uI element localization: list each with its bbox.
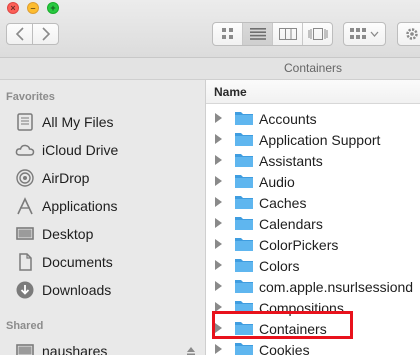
folder-icon <box>235 280 253 293</box>
shared-heading: Shared <box>6 320 44 332</box>
list-item[interactable]: Application Support <box>206 129 420 150</box>
sidebar-item-naushares[interactable]: naushares <box>0 338 206 355</box>
cloud-icon <box>15 144 35 156</box>
list-item[interactable]: Accounts <box>206 108 420 129</box>
action-button[interactable] <box>397 22 420 46</box>
file-name: Calendars <box>259 216 323 232</box>
file-name: Cookies <box>259 342 310 355</box>
file-name: Accounts <box>259 111 317 127</box>
file-name: Caches <box>259 195 307 211</box>
sidebar-item-label: Desktop <box>42 226 94 242</box>
eject-icon[interactable] <box>186 346 196 355</box>
column-view-button[interactable] <box>273 23 303 45</box>
close-window-button[interactable]: × <box>7 2 19 14</box>
arrange-icon <box>349 28 378 39</box>
gear-icon <box>406 28 418 40</box>
sidebar-item-label: Applications <box>42 198 118 214</box>
back-button[interactable] <box>6 23 33 45</box>
desktop-icon <box>16 227 34 240</box>
sidebar-item-label: iCloud Drive <box>42 142 119 158</box>
sidebar-item-label: All My Files <box>42 114 114 130</box>
folder-icon <box>235 259 253 272</box>
path-title-bar: Containers <box>0 58 420 80</box>
highlight-box <box>212 311 353 339</box>
sidebar-item-downloads[interactable]: Downloads <box>0 277 206 303</box>
window-toolbar: × – + <box>0 0 420 58</box>
sidebar-item-applications[interactable]: Applications <box>0 193 206 219</box>
disclosure-triangle-icon[interactable] <box>215 281 222 291</box>
sidebar-item-all-my-files[interactable]: All My Files <box>0 109 206 135</box>
sidebar-item-airdrop[interactable]: AirDrop <box>0 165 206 191</box>
list-view-icon <box>249 28 266 40</box>
folder-icon <box>235 343 253 355</box>
sidebar-item-desktop[interactable]: Desktop <box>0 221 206 247</box>
cover-flow-icon <box>308 28 327 40</box>
sidebar-item-label: Downloads <box>42 282 112 298</box>
downloads-icon <box>16 281 34 299</box>
all-files-icon <box>17 113 33 131</box>
folder-icon <box>235 217 253 230</box>
sidebar-item-label: Documents <box>42 254 113 270</box>
window-title: Containers <box>283 61 343 75</box>
name-column-header[interactable]: Name <box>206 80 420 104</box>
fullscreen-window-button[interactable]: + <box>47 2 59 14</box>
folder-icon <box>235 238 253 251</box>
folder-icon <box>235 133 253 146</box>
folder-icon <box>235 154 253 167</box>
disclosure-triangle-icon[interactable] <box>215 113 222 123</box>
list-item[interactable]: Caches <box>206 192 420 213</box>
list-item[interactable]: ColorPickers <box>206 234 420 255</box>
sidebar-item-label: AirDrop <box>42 170 90 186</box>
file-name: Application Support <box>259 132 381 148</box>
disclosure-triangle-icon[interactable] <box>215 344 222 354</box>
list-item[interactable]: com.apple.nsurlsessiond <box>206 276 420 297</box>
folder-icon <box>235 196 253 209</box>
folder-icon <box>235 112 253 125</box>
chevron-right-icon <box>41 27 50 41</box>
network-icon <box>16 344 34 355</box>
minimize-window-button[interactable]: – <box>27 2 39 14</box>
list-item[interactable]: Assistants <box>206 150 420 171</box>
file-name: Audio <box>259 174 295 190</box>
disclosure-triangle-icon[interactable] <box>215 134 222 144</box>
arrange-button[interactable] <box>343 22 386 46</box>
applications-icon <box>17 197 33 215</box>
fullscreen-icon: + <box>50 3 56 13</box>
disclosure-triangle-icon[interactable] <box>215 197 222 207</box>
disclosure-triangle-icon[interactable] <box>215 218 222 228</box>
sidebar-item-label: naushares <box>42 343 108 355</box>
forward-button[interactable] <box>32 23 59 45</box>
disclosure-triangle-icon[interactable] <box>215 155 222 165</box>
list-item[interactable]: Calendars <box>206 213 420 234</box>
folder-icon <box>235 175 253 188</box>
file-name: ColorPickers <box>259 237 339 253</box>
file-name: com.apple.nsurlsessiond <box>259 279 414 295</box>
column-view-icon <box>278 28 297 40</box>
view-mode-selector <box>212 22 333 46</box>
file-name: Colors <box>259 258 300 274</box>
disclosure-triangle-icon[interactable] <box>215 239 222 249</box>
minimize-icon: – <box>30 3 36 13</box>
list-item[interactable]: Cookies <box>206 339 420 355</box>
documents-icon <box>19 253 32 271</box>
sidebar-item-icloud-drive[interactable]: iCloud Drive <box>0 137 206 163</box>
file-name: Assistants <box>259 153 323 169</box>
icon-view-button[interactable] <box>213 23 243 45</box>
chevron-left-icon <box>15 27 24 41</box>
cover-flow-view-button[interactable] <box>303 23 332 45</box>
list-item[interactable]: Audio <box>206 171 420 192</box>
disclosure-triangle-icon[interactable] <box>215 260 222 270</box>
disclosure-triangle-icon[interactable] <box>215 176 222 186</box>
sidebar-item-documents[interactable]: Documents <box>0 249 206 275</box>
list-view-button[interactable] <box>243 23 273 45</box>
airdrop-icon <box>16 169 34 187</box>
list-item[interactable]: Colors <box>206 255 420 276</box>
name-column-label: Name <box>214 85 247 99</box>
icon-view-icon <box>221 28 233 39</box>
sidebar: Favorites All My Files iCloud Drive AirD… <box>0 80 206 355</box>
close-icon: × <box>10 3 16 13</box>
favorites-heading: Favorites <box>6 91 55 103</box>
